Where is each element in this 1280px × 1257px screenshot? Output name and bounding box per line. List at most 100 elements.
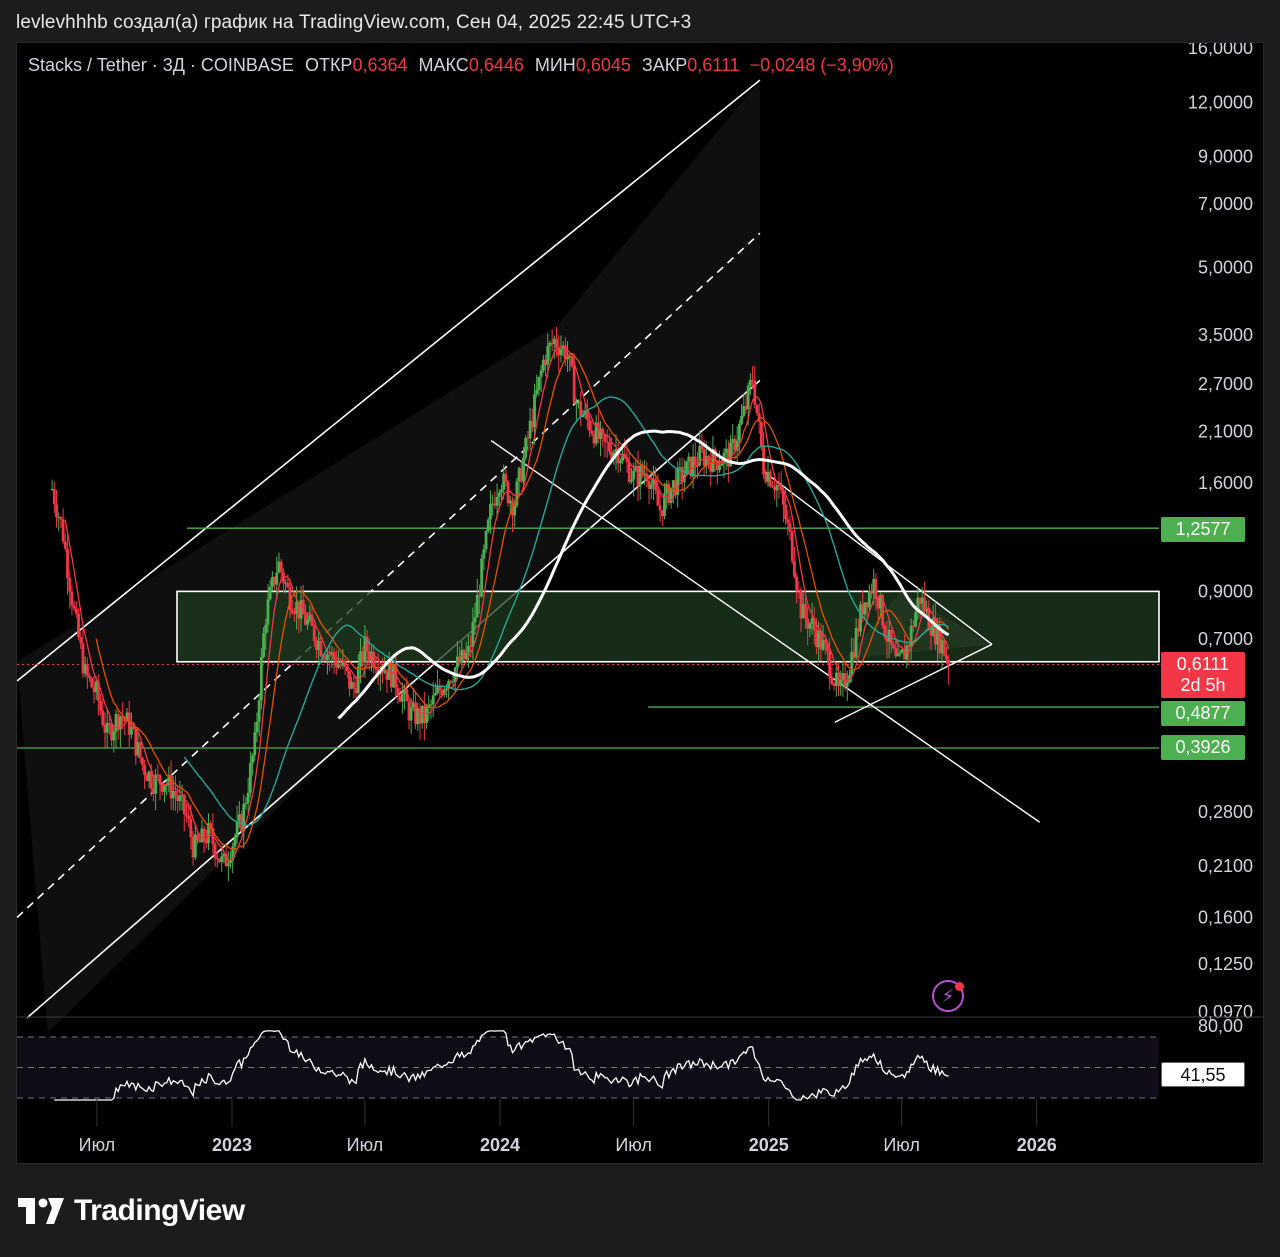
candle-body: [306, 619, 310, 625]
candle-body: [61, 519, 65, 542]
candle-body: [619, 460, 622, 464]
candle-body: [396, 688, 400, 696]
candle-body: [830, 677, 834, 684]
level-tag-1: 1,2577: [1161, 517, 1245, 542]
candle-body: [482, 549, 486, 559]
x-axis-tick-label: 2024: [480, 1135, 520, 1155]
candle-body: [909, 625, 913, 648]
x-axis-tick-label: 2026: [1017, 1135, 1057, 1155]
candle-body: [737, 423, 741, 441]
price-chart[interactable]: 16,0000 12,0000 9,0000 7,0000 5,0000 3,5000 2,…: [17, 43, 1263, 1163]
candle-body: [590, 430, 594, 434]
candle-body: [174, 790, 177, 796]
candle-body: [656, 490, 660, 506]
candle-body: [268, 586, 272, 600]
candle-body: [143, 764, 147, 776]
chart-caption: levlevhhhb создал(а) график на TradingVi…: [16, 12, 692, 33]
candle-body: [475, 594, 479, 618]
candle-body: [429, 704, 433, 706]
candle-body: [790, 531, 794, 562]
candle-body: [244, 802, 248, 805]
y-axis-tick-label: 2,1000: [1198, 421, 1253, 441]
candle-body: [107, 722, 111, 726]
candle-body: [759, 421, 763, 446]
candle-body: [59, 517, 63, 520]
candle-body: [301, 599, 305, 615]
x-axis-tick-label: 2023: [212, 1135, 252, 1155]
candle-body: [279, 561, 283, 573]
candle-body: [572, 366, 576, 404]
candle-body: [72, 605, 76, 609]
candle-body: [786, 519, 790, 524]
candle-body: [945, 655, 948, 660]
candle-body: [290, 609, 294, 614]
candle-body: [658, 505, 662, 511]
candle-body: [649, 484, 653, 489]
candle-body: [79, 637, 83, 644]
candle-body: [892, 644, 895, 649]
candle-body: [52, 489, 56, 505]
candle-body: [693, 456, 697, 466]
candle-body: [484, 531, 488, 550]
candle-body: [804, 603, 807, 619]
candle-body: [213, 844, 217, 859]
candle-body: [163, 786, 166, 792]
candle-body: [546, 346, 550, 365]
candle-body: [784, 504, 788, 520]
candle-body: [431, 695, 435, 705]
candle-body: [55, 504, 58, 518]
candle-body: [486, 519, 490, 532]
y-axis-tick-label: 12,0000: [1188, 92, 1253, 112]
legend-open-value: 0,6364: [352, 55, 408, 75]
y-axis-tick-label: 0,2800: [1198, 802, 1253, 822]
candle-body: [425, 707, 428, 724]
candle-body: [445, 688, 448, 690]
candle-body: [185, 814, 188, 816]
x-axis-tick-label: Июл: [347, 1135, 384, 1155]
candle-body: [947, 659, 951, 665]
candle-body: [537, 376, 541, 390]
y-axis-tick-label: 0,1250: [1198, 954, 1253, 974]
chart-panel[interactable]: 16,0000 12,0000 9,0000 7,0000 5,0000 3,5000 2,…: [16, 42, 1264, 1164]
candle-body: [229, 860, 232, 864]
candle-body: [896, 653, 900, 657]
candle-body: [898, 652, 902, 654]
candle-body: [533, 394, 536, 428]
candle-body: [266, 599, 270, 625]
candle-body: [158, 775, 162, 785]
level-tag-3: 0,3926: [1161, 735, 1245, 760]
candle-body: [555, 338, 558, 348]
candle-body: [251, 755, 254, 764]
y-axis-tick-label: 16,0000: [1188, 43, 1253, 58]
candle-body: [845, 682, 849, 687]
x-axis-tick-label: 2025: [749, 1135, 789, 1155]
candle-body: [352, 682, 356, 689]
tradingview-logo-icon: [18, 1198, 64, 1224]
y-axis-tick-label: 0,7000: [1198, 629, 1253, 649]
symbol-legend: Stacks / Tether · 3Д · COINBASE ОТКР 0,6…: [28, 55, 894, 76]
candle-body: [559, 349, 563, 356]
candle-body: [257, 700, 261, 722]
candle-body: [88, 675, 91, 679]
legend-close-value: 0,6111: [687, 55, 740, 75]
candle-body: [718, 465, 721, 471]
candle-body: [788, 523, 792, 532]
candle-body: [178, 795, 182, 801]
candle-body: [90, 678, 94, 688]
x-axis-tick-label: Июл: [883, 1135, 920, 1155]
candle-body: [524, 437, 528, 458]
candle-body: [579, 401, 583, 417]
legend-high-value: 0,6446: [468, 55, 524, 75]
candle-body: [451, 681, 455, 683]
candle-body: [535, 389, 539, 395]
candle-body: [771, 486, 774, 488]
notification-dot: [955, 982, 964, 991]
candle-body: [259, 657, 263, 701]
legend-low-label: МИН: [534, 55, 576, 75]
candle-body: [85, 664, 89, 676]
candle-body: [504, 473, 508, 482]
bar-countdown-tag: 2d 5h: [1161, 674, 1245, 698]
legend-open-label: ОТКР: [304, 55, 353, 75]
tradingview-logo[interactable]: TradingView: [18, 1194, 245, 1228]
candle-body: [839, 679, 843, 687]
